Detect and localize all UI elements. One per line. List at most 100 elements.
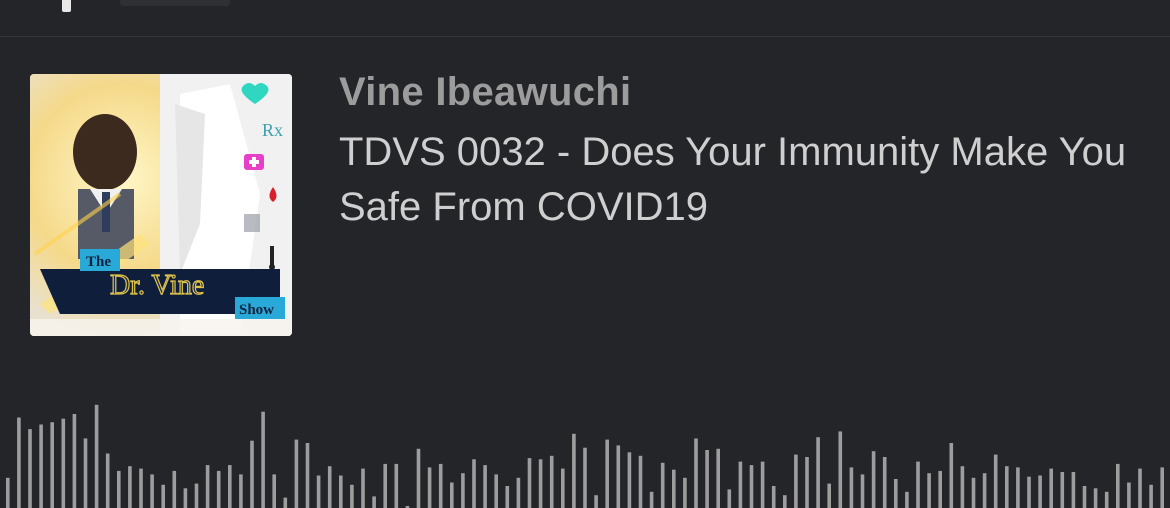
waveform-bar [860,474,865,508]
waveform-bar [616,445,621,508]
waveform-bar [216,470,221,508]
waveform-bar [416,448,421,508]
waveform-bar [361,468,365,508]
waveform-bar [794,454,798,508]
waveform-bar [350,484,354,508]
waveform-bar [838,431,843,508]
waveform-bar [783,495,787,508]
cover-text-the: The [86,254,111,270]
waveform-bar [394,463,399,508]
waveform-bar [327,466,332,508]
waveform-bar [438,463,443,508]
waveform-bar [916,461,920,508]
waveform-bar [1104,491,1109,508]
waveform-bar [849,467,854,508]
waveform-bar [1071,472,1076,508]
waveform-bar [339,475,343,508]
waveform-bar [283,497,288,508]
pause-icon[interactable] [62,0,71,12]
waveform-bar [228,465,232,508]
waveform-bar [816,437,820,508]
waveform-bar [205,465,210,508]
waveform-bar [1160,467,1164,508]
waveform-bar [672,469,676,508]
waveform-bar [105,453,110,508]
waveform-bar [128,466,132,508]
waveform-bar [1116,463,1120,508]
cover-illustration: Rx The Dr. Vine Show [30,74,292,336]
waveform-bar [272,474,276,508]
waveform-bar [627,452,632,508]
waveform-bar [771,486,776,508]
waveform-bar [261,411,265,508]
waveform-bar [505,486,510,508]
thermometer-icon [270,246,274,266]
cover-text-name: Dr. Vine [110,270,204,301]
waveform-bar [172,470,177,508]
waveform-bar [239,474,243,508]
waveform-bar [305,443,310,508]
waveform-bar [39,424,43,508]
waveform-bar [1127,482,1131,508]
waveform-bar [50,422,54,508]
waveform-bar [1060,472,1065,508]
waveform-bar [1049,468,1053,508]
waveform-bar [61,418,66,508]
rx-icon: Rx [262,120,283,140]
waveform-bar [805,457,809,508]
waveform-bar [894,479,898,508]
waveform-bar [483,465,487,508]
waveform-bar [1093,488,1098,508]
waveform-bar [905,491,909,508]
waveform-bar [516,477,521,508]
waveform-bar [727,489,732,508]
waveform-bar [494,474,498,508]
waveform-bar [527,458,532,508]
waveform-bar [316,475,321,508]
waveform-bar [594,495,598,508]
waveform-bar [960,466,965,508]
waveform-bar [683,477,687,508]
waveform-bar [1016,467,1020,508]
waveform-bar [372,496,376,508]
waveform-bar [139,468,143,508]
waveform-bar [882,457,887,508]
waveform-bar [871,451,876,508]
waveform-bar [705,450,709,508]
waveform-bar [1005,466,1009,508]
timeline-label [120,0,230,6]
waveform-bar [383,463,387,508]
waveform-bar [250,440,254,508]
episode-author[interactable]: Vine Ibeawuchi [339,70,631,115]
waveform-bar [982,473,987,508]
waveform-bar [938,470,942,508]
waveform-bar [183,488,188,508]
episode-title[interactable]: TDVS 0032 - Does Your Immunity Make You … [339,125,1139,235]
waveform-bar [561,468,565,508]
waveform-bar [749,465,754,508]
waveform-bar [1149,484,1153,508]
waveform-bar [28,429,32,508]
waveform-bar [6,477,10,508]
waveform-bar [117,470,121,508]
waveform-bar [1038,475,1042,508]
podcast-cover-art: Rx The Dr. Vine Show [30,74,292,336]
waveform-bar [427,467,432,508]
waveform-bar [17,417,21,508]
waveform-bar [572,433,576,508]
waveform-bar [738,461,743,508]
audio-waveform[interactable] [0,380,1170,508]
waveform-bar [450,482,454,508]
player-top-bar [0,0,1170,37]
waveform-bar [72,414,77,508]
stethoscope-icon [244,214,260,232]
waveform-bar [194,483,199,508]
waveform-bar [472,459,476,508]
waveform-bar [716,448,720,508]
waveform-bar [83,438,88,508]
waveform-bar [993,454,998,508]
waveform-bar [649,491,654,508]
waveform-bar [461,473,465,508]
waveform-bar [583,447,587,508]
waveform-bar [549,455,554,508]
